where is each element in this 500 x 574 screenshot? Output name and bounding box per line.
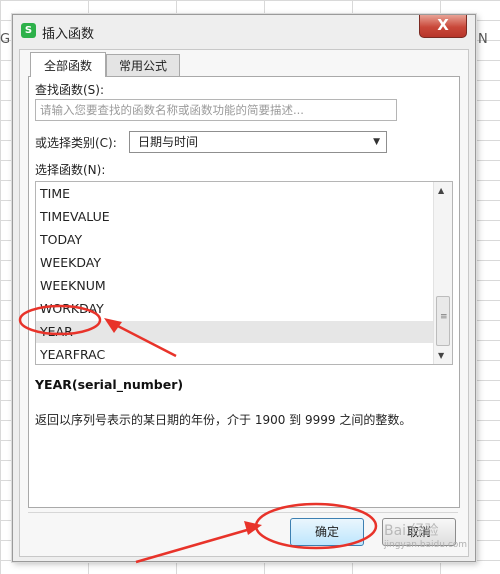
- list-item-year[interactable]: YEAR: [36, 321, 438, 343]
- scroll-down-icon[interactable]: ▼: [438, 351, 444, 360]
- search-input[interactable]: 请输入您要查找的函数名称或函数功能的简要描述...: [35, 99, 397, 121]
- close-button[interactable]: X: [419, 15, 467, 38]
- column-header-g: G: [0, 32, 11, 47]
- watermark: Bai 经验: [384, 523, 439, 539]
- list-item-weeknum[interactable]: WEEKNUM: [36, 275, 438, 297]
- app-icon: S: [21, 23, 36, 38]
- list-item-today[interactable]: TODAY: [36, 229, 438, 251]
- list-item-workday[interactable]: WORKDAY: [36, 298, 438, 320]
- category-select[interactable]: 日期与时间 ▼: [129, 131, 387, 153]
- insert-function-dialog: S 插入函数 X 全部函数 常用公式 查找函数(S): 请输入您要查找的函数名称…: [12, 14, 476, 562]
- dialog-client-area: 全部函数 常用公式 查找函数(S): 请输入您要查找的函数名称或函数功能的简要描…: [19, 49, 469, 557]
- category-label: 或选择类别(C):: [35, 136, 117, 150]
- list-item-yearfrac[interactable]: YEARFRAC: [36, 344, 438, 364]
- watermark-url: jingyan.baidu.com: [384, 540, 468, 550]
- dialog-title: 插入函数: [42, 27, 95, 42]
- search-label: 查找函数(S):: [35, 83, 105, 97]
- function-description: 返回以序列号表示的某日期的年份，介于 1900 到 9999 之间的整数。: [35, 413, 412, 427]
- list-item-weekday[interactable]: WEEKDAY: [36, 252, 438, 274]
- button-separator: [28, 512, 458, 513]
- tab-panel: 查找函数(S): 请输入您要查找的函数名称或函数功能的简要描述... 或选择类别…: [28, 76, 460, 508]
- function-list-label: 选择函数(N):: [35, 163, 106, 177]
- tab-all-functions[interactable]: 全部函数: [30, 52, 106, 77]
- list-scrollbar[interactable]: ▲ ≡ ▼: [433, 182, 452, 364]
- list-item-timevalue[interactable]: TIMEVALUE: [36, 206, 438, 228]
- grip-icon: ≡: [440, 312, 448, 322]
- scroll-thumb[interactable]: ≡: [436, 296, 450, 346]
- function-listbox[interactable]: TIME TIMEVALUE TODAY WEEKDAY WEEKNUM WOR…: [35, 181, 453, 365]
- category-value: 日期与时间: [138, 135, 199, 149]
- function-signature: YEAR(serial_number): [35, 377, 184, 392]
- scroll-up-icon[interactable]: ▲: [438, 186, 444, 195]
- dialog-titlebar[interactable]: S 插入函数 X: [13, 15, 475, 47]
- ok-button[interactable]: 确定: [290, 518, 364, 546]
- dropdown-arrow-icon: ▼: [373, 137, 380, 147]
- list-item-time[interactable]: TIME: [36, 183, 438, 205]
- tab-common-formulas[interactable]: 常用公式: [106, 54, 180, 77]
- column-header-n: N: [478, 32, 488, 47]
